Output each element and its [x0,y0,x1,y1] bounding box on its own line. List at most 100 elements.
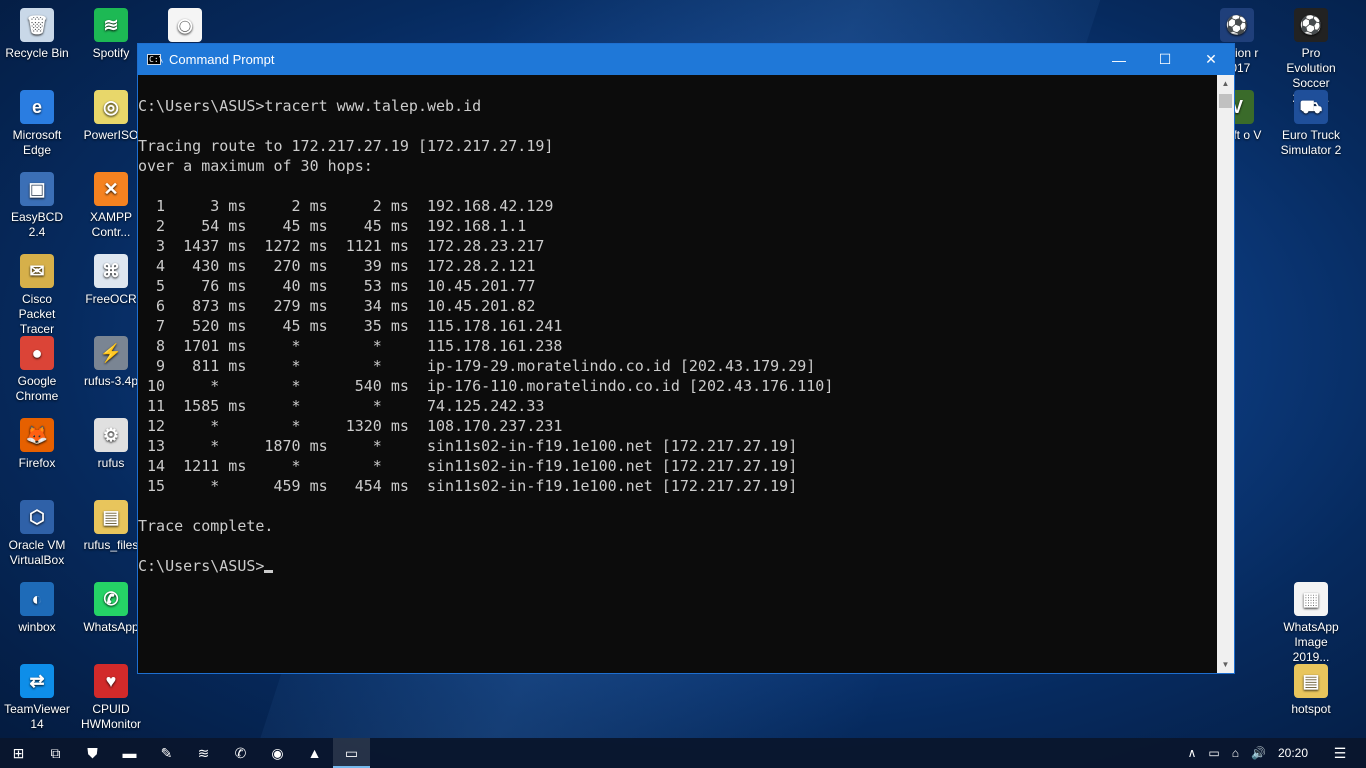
volume-icon[interactable]: 🔊 [1245,746,1272,760]
console-line: 5 76 ms 40 ms 53 ms 10.45.201.77 [138,277,536,295]
desktop-icon-winbox[interactable]: ◐ winbox [0,578,74,656]
command-prompt-window[interactable]: C:\ Command Prompt — ☐ ✕ C:\Users\ASUS>t… [137,43,1235,674]
desktop-icon-label: hotspot [1291,702,1331,716]
battery-icon[interactable]: ▭ [1202,746,1225,760]
cmd-app-icon[interactable]: C:\ [147,54,163,65]
desktop-icon-euro-truck-simulator-2[interactable]: ⛟ Euro Truck Simulator 2 [1274,86,1348,164]
console-line: 2 54 ms 45 ms 45 ms 192.168.1.1 [138,217,527,235]
winbox-icon: ◐ [20,582,54,616]
desktop-icon-firefox[interactable]: 🦊 Firefox [0,414,74,492]
desktop-icon-label: CPUID HWMonitor [80,702,141,731]
console-line: over a maximum of 30 hops: [138,157,373,175]
scroll-up-arrow-icon[interactable]: ▲ [1217,75,1234,92]
chrome-icon: ● [20,336,54,370]
taskbar: ⊞ ⧉ ⛊ ▬ ✎ ≋ ✆ ◉ ▲ ▭ ∧ ▭ ⌂ 🔊 20:20 ☰ [0,738,1366,768]
desktop-icon-label: EasyBCD 2.4 [10,210,63,239]
title-bar[interactable]: C:\ Command Prompt — ☐ ✕ [138,44,1234,75]
desktop-icon-label: WhatsApp Image 2019... [1283,620,1339,664]
paint-icon[interactable]: ✎ [148,738,185,768]
photos-taskbar-icon[interactable]: ▲ [296,738,333,768]
hotspot-folder-icon: ▤ [1294,664,1328,698]
action-center-icon[interactable]: ☰ [1314,745,1366,762]
firefox-icon: 🦊 [20,418,54,452]
scroll-down-arrow-icon[interactable]: ▼ [1217,656,1234,673]
desktop-icon-label: Cisco Packet Tracer [18,292,56,336]
spotify-icon: ≋ [94,8,128,42]
desktop-icon-teamviewer-14[interactable]: ⇄ TeamViewer 14 [0,660,74,738]
desktop-icon-recycle-bin[interactable]: 🗑 Recycle Bin [0,4,74,82]
desktop-icon-hotspot[interactable]: ▤ hotspot [1274,660,1348,738]
virtualbox-icon: ⬡ [20,500,54,534]
desktop-icon-label: winbox [18,620,56,634]
console-line: 3 1437 ms 1272 ms 1121 ms 172.28.23.217 [138,237,545,255]
freeocr-icon: ⌘ [94,254,128,288]
desktop-icon-label: TeamViewer 14 [4,702,70,731]
network-icon[interactable]: ⌂ [1226,746,1245,760]
desktop-icon-cisco-packet-tracer[interactable]: ✉ Cisco Packet Tracer [0,250,74,336]
console-line: Tracing route to 172.217.27.19 [172.217.… [138,137,554,155]
whatsapp-icon: ✆ [94,582,128,616]
obs-icon: ◉ [168,8,202,42]
console-line: C:\Users\ASUS>tracert www.talep.web.id [138,97,482,115]
edge-icon: e [20,90,54,124]
minimize-button[interactable]: — [1096,44,1142,75]
teamviewer-icon: ⇄ [20,664,54,698]
pes-2017-b-icon: ⚽ [1294,8,1328,42]
console-line: Trace complete. [138,517,274,535]
firefox-taskbar-icon[interactable]: ◉ [259,738,296,768]
whatsapp-image-icon: ▦ [1294,582,1328,616]
desktop-icon-pro-evolution-soccer-2017[interactable]: ⚽Pro Evolution Soccer 2017... [1274,4,1348,105]
console-line: 6 873 ms 279 ms 34 ms 10.45.201.82 [138,297,536,315]
desktop-icon-whatsapp-image-2019[interactable]: ▦ WhatsApp Image 2019... [1274,578,1348,664]
clock[interactable]: 20:20 [1272,746,1314,760]
rufus-files-folder-icon: ▤ [94,500,128,534]
console-line: 4 430 ms 270 ms 39 ms 172.28.2.121 [138,257,536,275]
console-output[interactable]: C:\Users\ASUS>tracert www.talep.web.id Tr… [138,75,1217,673]
desktop-icon-oracle-vm-virtualbox[interactable]: ⬡ Oracle VM VirtualBox [0,496,74,574]
console-line: 15 * 459 ms 454 ms sin11s02-in-f19.1e100… [138,477,798,495]
cisco-packet-tracer-icon: ✉ [20,254,54,288]
console-line: 11 1585 ms * * 74.125.242.33 [138,397,545,415]
desktop-icon-label: Oracle VM VirtualBox [8,538,66,567]
console-prompt: C:\Users\ASUS> [138,557,265,575]
console-line: 12 * * 1320 ms 108.170.237.231 [138,417,563,435]
file-explorer-icon[interactable]: ▬ [111,738,148,768]
vertical-scrollbar[interactable]: ▲ ▼ [1217,75,1234,673]
maximize-button[interactable]: ☐ [1142,44,1188,75]
desktop-icon-label: Recycle Bin [5,46,69,60]
desktop-icon-easybcd-2-4[interactable]: ▣ EasyBCD 2.4 [0,168,74,246]
recycle-bin-icon: 🗑 [20,8,54,42]
console-line: 7 520 ms 45 ms 35 ms 115.178.161.241 [138,317,563,335]
system-tray: ∧ ▭ ⌂ 🔊 20:20 ☰ [1182,738,1366,768]
tray-overflow-icon[interactable]: ∧ [1182,746,1203,760]
euro-truck-icon: ⛟ [1294,90,1328,124]
window-title: Command Prompt [169,52,275,67]
rufus-icon: ⚙ [94,418,128,452]
console-line: 14 1211 ms * * sin11s02-in-f19.1e100.net… [138,457,798,475]
console-line: 1 3 ms 2 ms 2 ms 192.168.42.129 [138,197,554,215]
poweriso-icon: ◎ [94,90,128,124]
cmd-taskbar-icon[interactable]: ▭ [333,738,370,768]
spotify-taskbar-icon[interactable]: ≋ [185,738,222,768]
whatsapp-taskbar-icon[interactable]: ✆ [222,738,259,768]
scroll-thumb[interactable] [1219,94,1232,108]
task-view-button[interactable]: ⧉ [37,738,74,768]
rufus-shortcut-icon: ⚡ [94,336,128,370]
console-line: 10 * * 540 ms ip-176-110.moratelindo.co.… [138,377,834,395]
desktop-icon-google-chrome[interactable]: ● Google Chrome [0,332,74,410]
console-line: 13 * 1870 ms * sin11s02-in-f19.1e100.net… [138,437,798,455]
hwmonitor-icon: ♥ [94,664,128,698]
defender-icon[interactable]: ⛊ [74,738,111,768]
xampp-icon: ✕ [94,172,128,206]
console-prompt-line[interactable]: C:\Users\ASUS> [138,556,1217,576]
start-button[interactable]: ⊞ [0,738,37,768]
close-button[interactable]: ✕ [1188,44,1234,75]
desktop-icon-microsoft-edge[interactable]: e Microsoft Edge [0,86,74,164]
console-line: 8 1701 ms * * 115.178.161.238 [138,337,563,355]
console-line: 9 811 ms * * ip-179-29.moratelindo.co.id… [138,357,816,375]
desktop-icon-label: Microsoft Edge [12,128,62,157]
